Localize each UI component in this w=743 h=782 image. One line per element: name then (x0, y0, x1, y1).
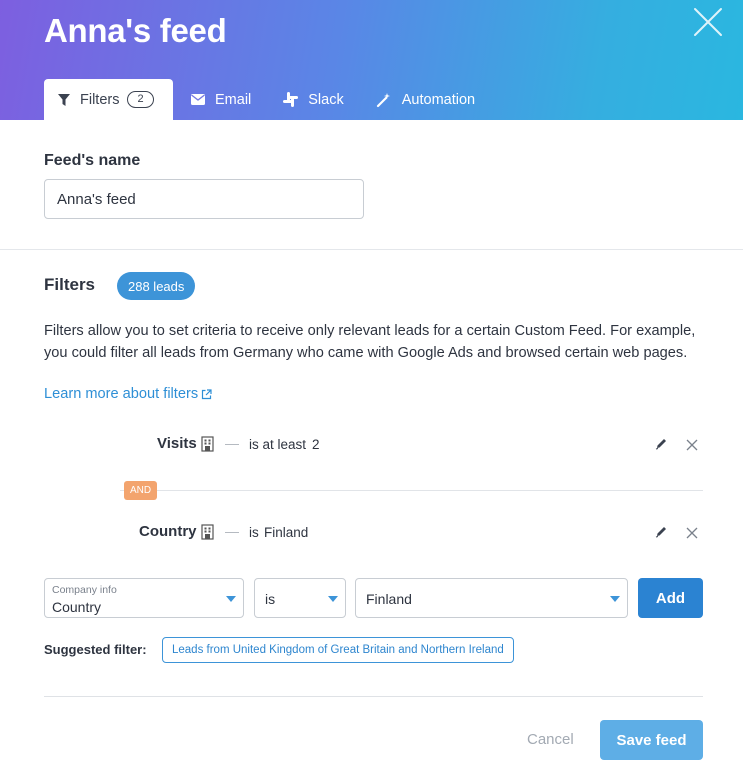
feed-tabs: Filters 2 Email Slack Automation (44, 79, 491, 120)
operator-select-value: is (265, 591, 276, 607)
tab-filters[interactable]: Filters 2 (44, 79, 173, 120)
add-filter-button[interactable]: Add (638, 578, 703, 618)
filter-icon (58, 93, 70, 106)
rule-value: 2 (312, 437, 320, 452)
close-icon[interactable] (690, 4, 726, 40)
learn-more-link[interactable]: Learn more about filters (44, 386, 212, 402)
rule-field: Country (139, 523, 197, 540)
chevron-down-icon (226, 596, 236, 602)
save-feed-button[interactable]: Save feed (600, 720, 703, 760)
value-select-value: Finland (366, 591, 412, 607)
external-link-icon (202, 388, 212, 399)
and-connector-badge: AND (124, 481, 158, 500)
filter-rule: Visits is at least 2 (0, 432, 743, 456)
page-title: Anna's feed (44, 12, 227, 49)
feed-name-input[interactable] (44, 179, 364, 219)
operator-select[interactable]: is (254, 578, 346, 618)
remove-close-icon[interactable] (686, 438, 698, 456)
cancel-button[interactable]: Cancel (527, 731, 574, 748)
tab-email-label: Email (215, 91, 252, 108)
section-divider (0, 249, 743, 250)
tab-email[interactable]: Email (173, 79, 267, 120)
company-icon (201, 436, 214, 457)
remove-close-icon[interactable] (686, 526, 698, 544)
tab-automation-label: Automation (401, 91, 476, 108)
envelope-icon (191, 94, 205, 105)
rule-value: Finland (264, 525, 309, 540)
edit-pencil-icon[interactable] (655, 525, 668, 543)
suggested-filter-label: Suggested filter: (44, 642, 147, 657)
field-category-label: Company info (52, 584, 117, 596)
rule-separator (225, 444, 239, 445)
tab-automation[interactable]: Automation (360, 79, 491, 120)
feed-header: Anna's feed Filters 2 Email Slack Automa… (0, 0, 743, 120)
rule-condition: is at least (249, 437, 307, 452)
edit-pencil-icon[interactable] (655, 437, 668, 455)
footer-divider (44, 696, 703, 697)
tab-filters-label: Filters (80, 91, 120, 108)
value-select[interactable]: Finland (355, 578, 628, 618)
leads-count-badge: 288 leads (117, 272, 196, 300)
and-divider (120, 490, 703, 491)
chevron-down-icon (610, 596, 620, 602)
chevron-down-icon (328, 596, 338, 602)
tab-slack-label: Slack (308, 91, 344, 108)
suggested-filter-chip[interactable]: Leads from United Kingdom of Great Brita… (162, 637, 514, 663)
rule-field: Visits (157, 435, 197, 452)
filters-count-badge: 2 (127, 91, 154, 108)
feed-name-label: Feed's name (44, 152, 141, 169)
company-icon (201, 524, 214, 545)
learn-more-label: Learn more about filters (44, 386, 199, 402)
filters-title: Filters (44, 275, 96, 294)
rule-condition: is (249, 525, 259, 540)
filter-rule: Country is Finland (0, 520, 743, 544)
field-select[interactable]: Company info Country (44, 578, 244, 618)
slack-icon (283, 92, 299, 107)
filters-description: Filters allow you to set criteria to rec… (44, 323, 696, 361)
field-select-value: Country (52, 599, 102, 615)
rule-separator (225, 532, 239, 533)
magic-wand-icon (376, 92, 392, 108)
tab-slack[interactable]: Slack (267, 79, 359, 120)
